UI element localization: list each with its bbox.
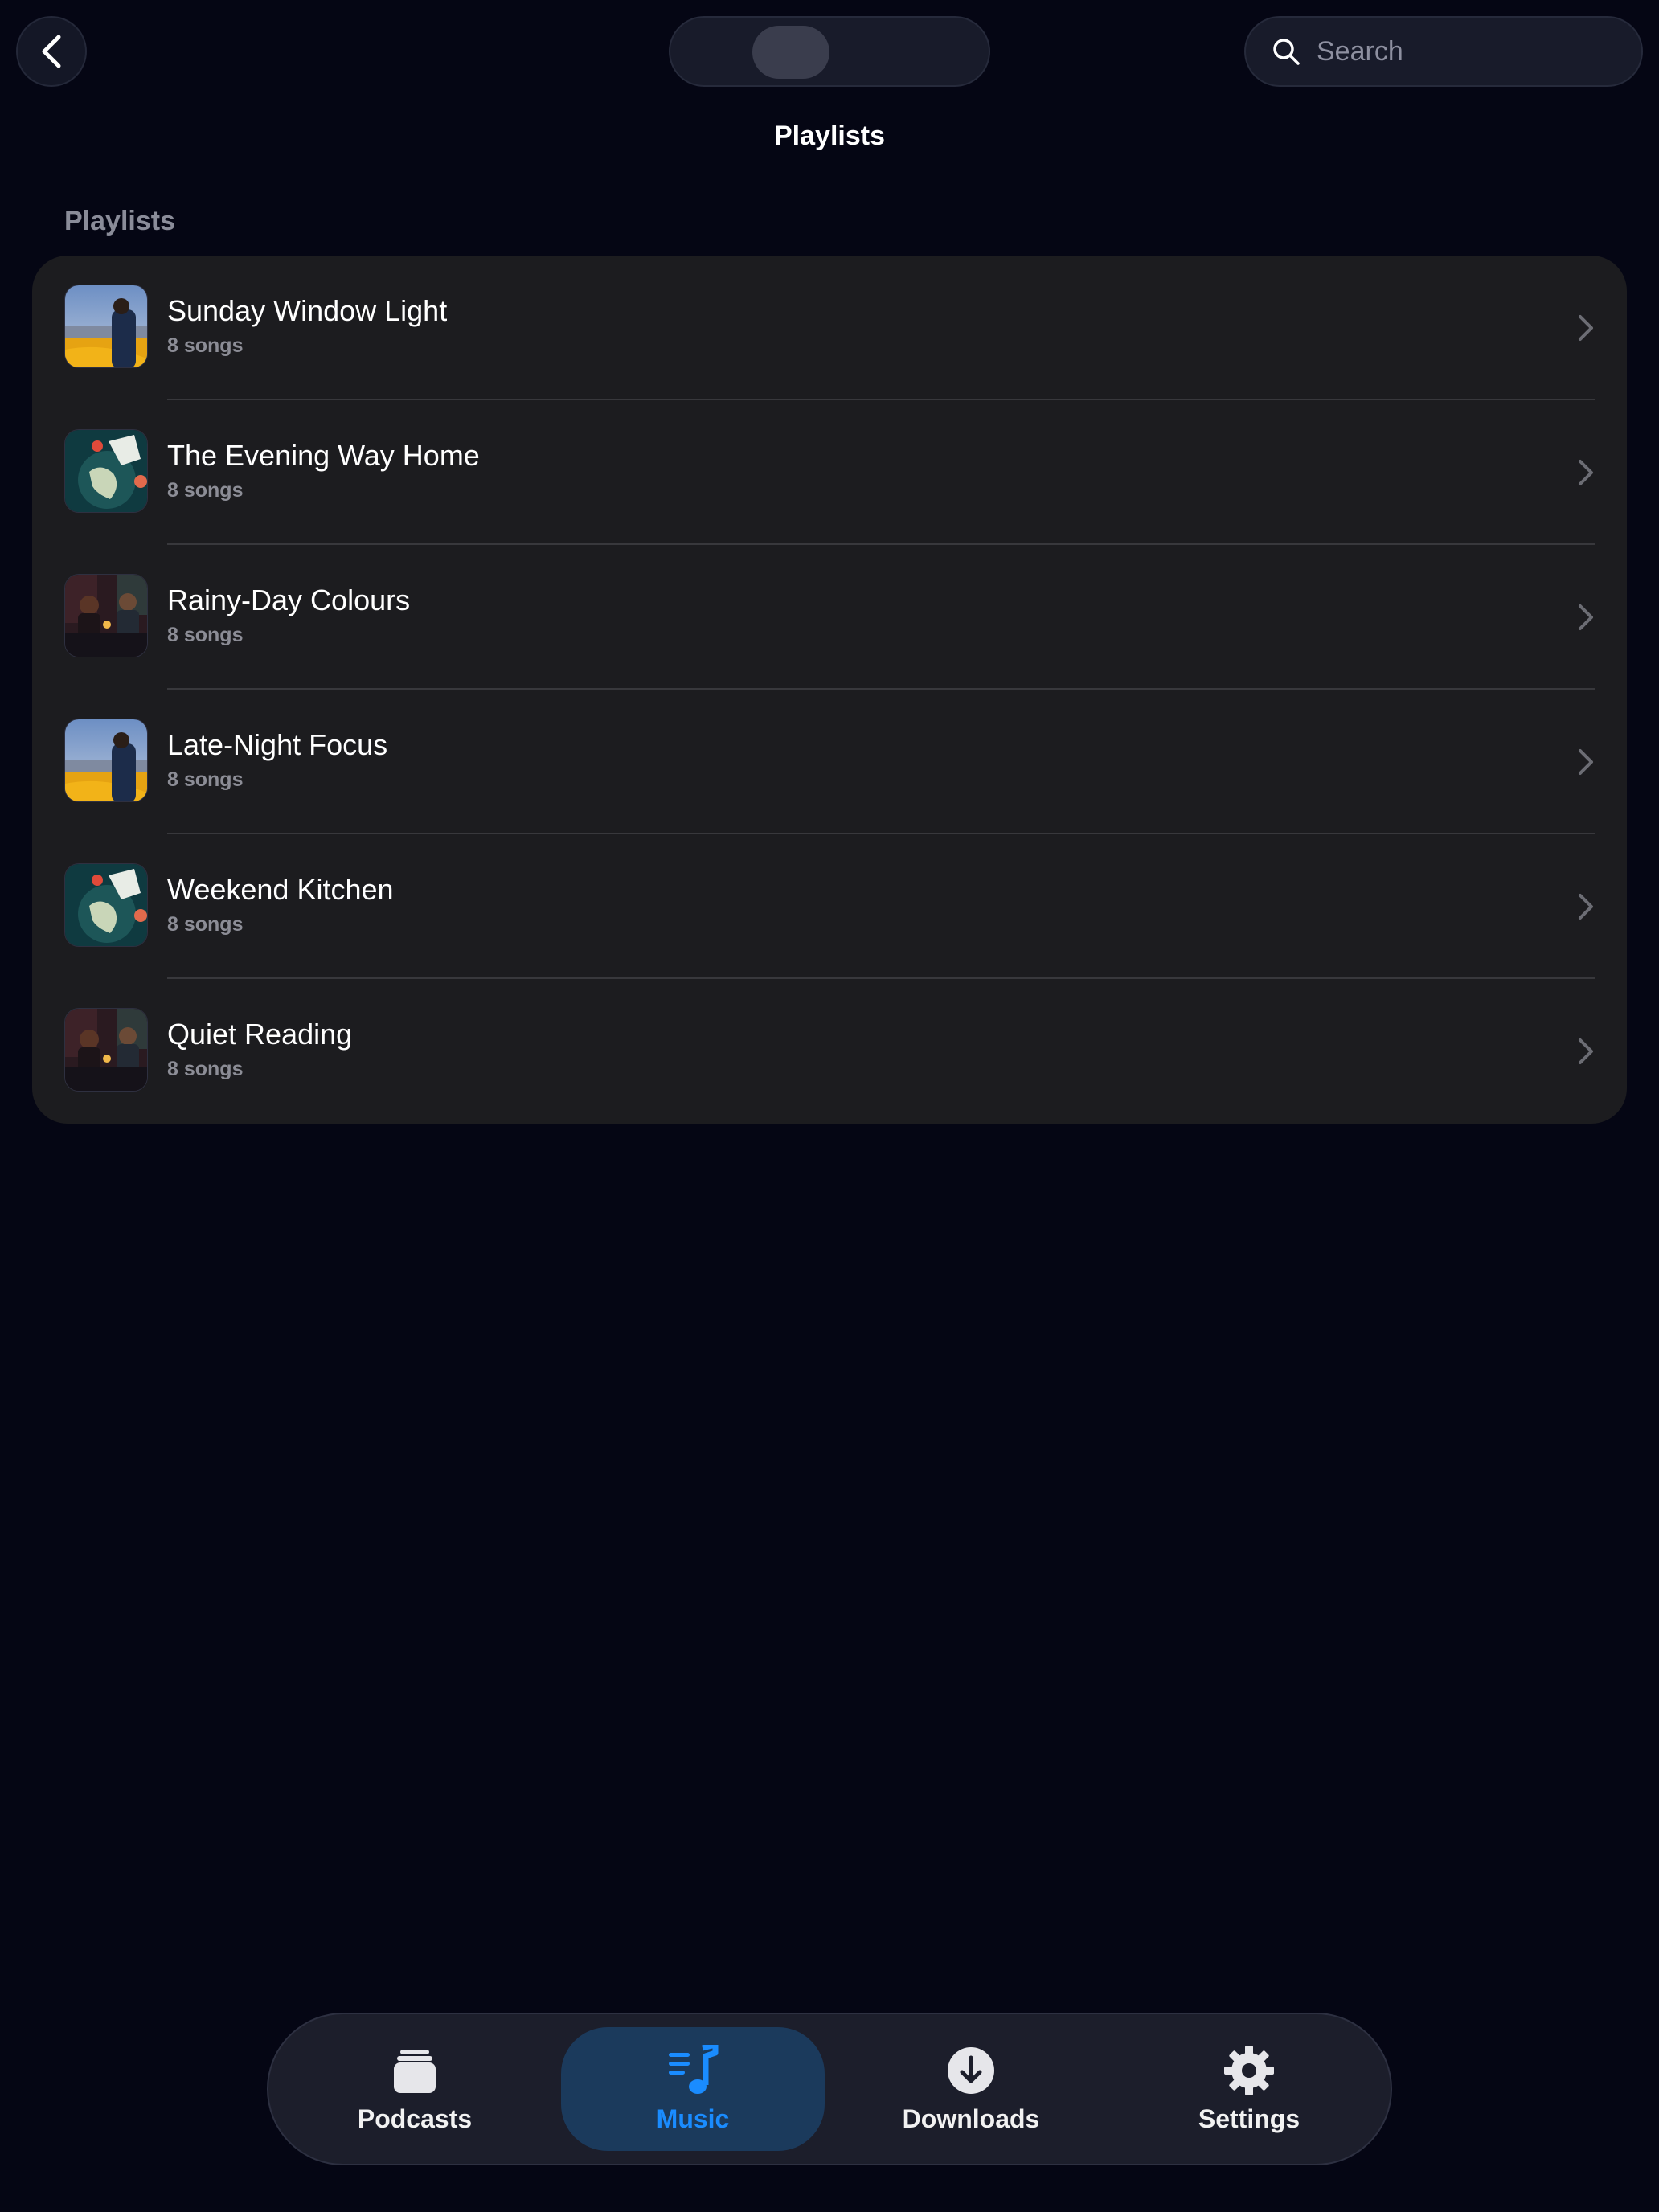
chevron-right-icon bbox=[1579, 894, 1593, 920]
chevron-right-icon bbox=[1579, 460, 1593, 485]
toggle-knob[interactable] bbox=[752, 26, 830, 79]
back-button[interactable] bbox=[16, 16, 87, 87]
playlist-title: Quiet Reading bbox=[167, 1018, 353, 1051]
tab-label: Music bbox=[656, 2103, 730, 2133]
playlist-row[interactable]: Late-Night Focus 8 songs bbox=[32, 690, 1627, 834]
playlist-song-count: 8 songs bbox=[167, 334, 244, 357]
download-icon bbox=[948, 2046, 994, 2094]
dinner-scene-art bbox=[64, 1008, 148, 1092]
playlist-title: Rainy-Day Colours bbox=[167, 584, 411, 616]
section-header: Playlists bbox=[64, 206, 175, 236]
view-mode-toggle[interactable] bbox=[669, 16, 990, 87]
tab-label: Downloads bbox=[902, 2103, 1040, 2133]
playlist-song-count: 8 songs bbox=[167, 479, 244, 502]
tab-downloads[interactable]: Downloads bbox=[839, 2027, 1103, 2151]
playlist-song-count: 8 songs bbox=[167, 1058, 244, 1080]
chevron-right-icon bbox=[1579, 315, 1593, 341]
playlist-row[interactable]: Sunday Window Light 8 songs bbox=[32, 256, 1627, 400]
tab-podcasts[interactable]: Podcasts bbox=[283, 2027, 547, 2151]
playlist-song-count: 8 songs bbox=[167, 768, 244, 791]
gear-icon bbox=[1224, 2045, 1274, 2095]
globe-collage-art bbox=[64, 863, 148, 947]
playlist-list: Sunday Window Light 8 songs The Evening … bbox=[32, 256, 1627, 1124]
playlist-song-count: 8 songs bbox=[167, 913, 244, 936]
search-bar[interactable] bbox=[1244, 16, 1643, 87]
dinner-scene-art bbox=[64, 574, 148, 657]
music-list-icon bbox=[669, 2044, 719, 2094]
playlist-row[interactable]: Rainy-Day Colours 8 songs bbox=[32, 545, 1627, 690]
search-input[interactable] bbox=[1317, 35, 1638, 68]
tab-label: Podcasts bbox=[357, 2103, 473, 2133]
app-screen: Playlists Playlists Sunday Window Light … bbox=[0, 0, 1659, 2212]
chevron-right-icon bbox=[1579, 1038, 1593, 1064]
playlist-row[interactable]: Quiet Reading 8 songs bbox=[32, 979, 1627, 1124]
playlist-row[interactable]: Weekend Kitchen 8 songs bbox=[32, 834, 1627, 979]
tab-settings[interactable]: Settings bbox=[1117, 2027, 1381, 2151]
playlist-title: Weekend Kitchen bbox=[167, 873, 394, 906]
stack-icon bbox=[394, 2049, 436, 2093]
playlist-title: The Evening Way Home bbox=[167, 439, 480, 472]
tab-music[interactable]: Music bbox=[561, 2027, 825, 2151]
tab-label: Settings bbox=[1198, 2103, 1301, 2133]
city-window-art bbox=[64, 285, 148, 368]
playlist-title: Late-Night Focus bbox=[167, 728, 388, 761]
globe-collage-art bbox=[64, 429, 148, 513]
search-icon bbox=[1273, 39, 1300, 65]
page-title: Playlists bbox=[774, 121, 885, 151]
tab-bar: Podcasts Music Downloads Settings bbox=[267, 2013, 1392, 2165]
chevron-left-icon bbox=[42, 35, 61, 68]
chevron-right-icon bbox=[1579, 604, 1593, 630]
playlist-row[interactable]: The Evening Way Home 8 songs bbox=[32, 400, 1627, 545]
playlist-song-count: 8 songs bbox=[167, 624, 244, 646]
chevron-right-icon bbox=[1579, 749, 1593, 775]
city-window-art bbox=[64, 719, 148, 802]
playlist-title: Sunday Window Light bbox=[167, 294, 448, 327]
